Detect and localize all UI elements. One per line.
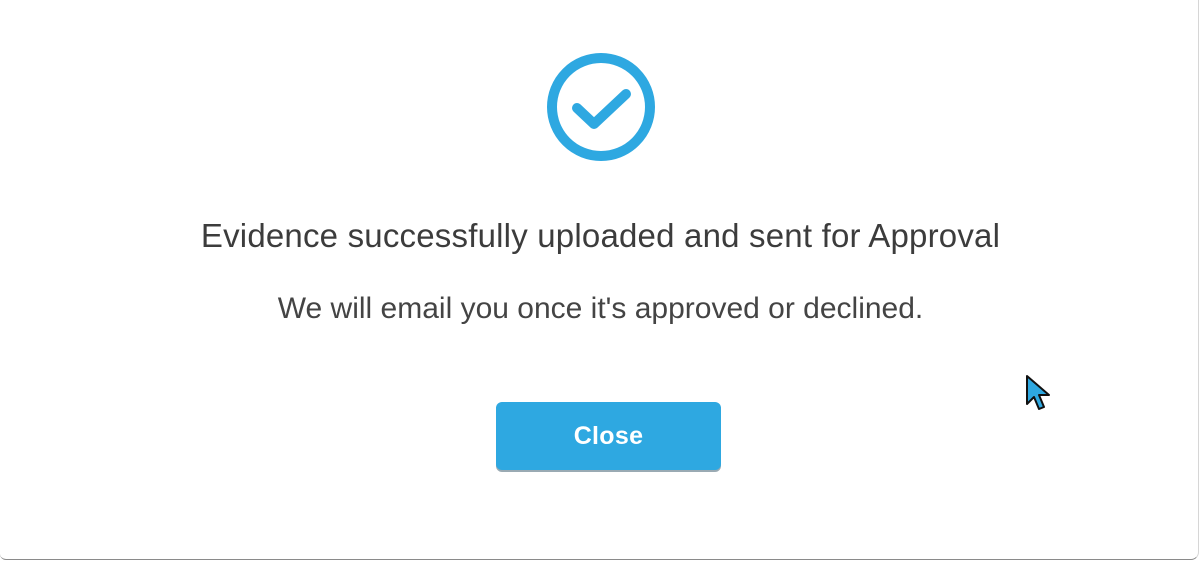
mouse-pointer-icon <box>1026 375 1050 410</box>
close-button[interactable]: Close <box>496 402 721 470</box>
success-dialog: Evidence successfully uploaded and sent … <box>0 0 1199 560</box>
check-circle-icon <box>547 53 655 161</box>
screen: Evidence successfully uploaded and sent … <box>0 0 1201 562</box>
dialog-message: We will email you once it's approved or … <box>277 292 924 325</box>
dialog-title: Evidence successfully uploaded and sent … <box>200 217 1001 254</box>
